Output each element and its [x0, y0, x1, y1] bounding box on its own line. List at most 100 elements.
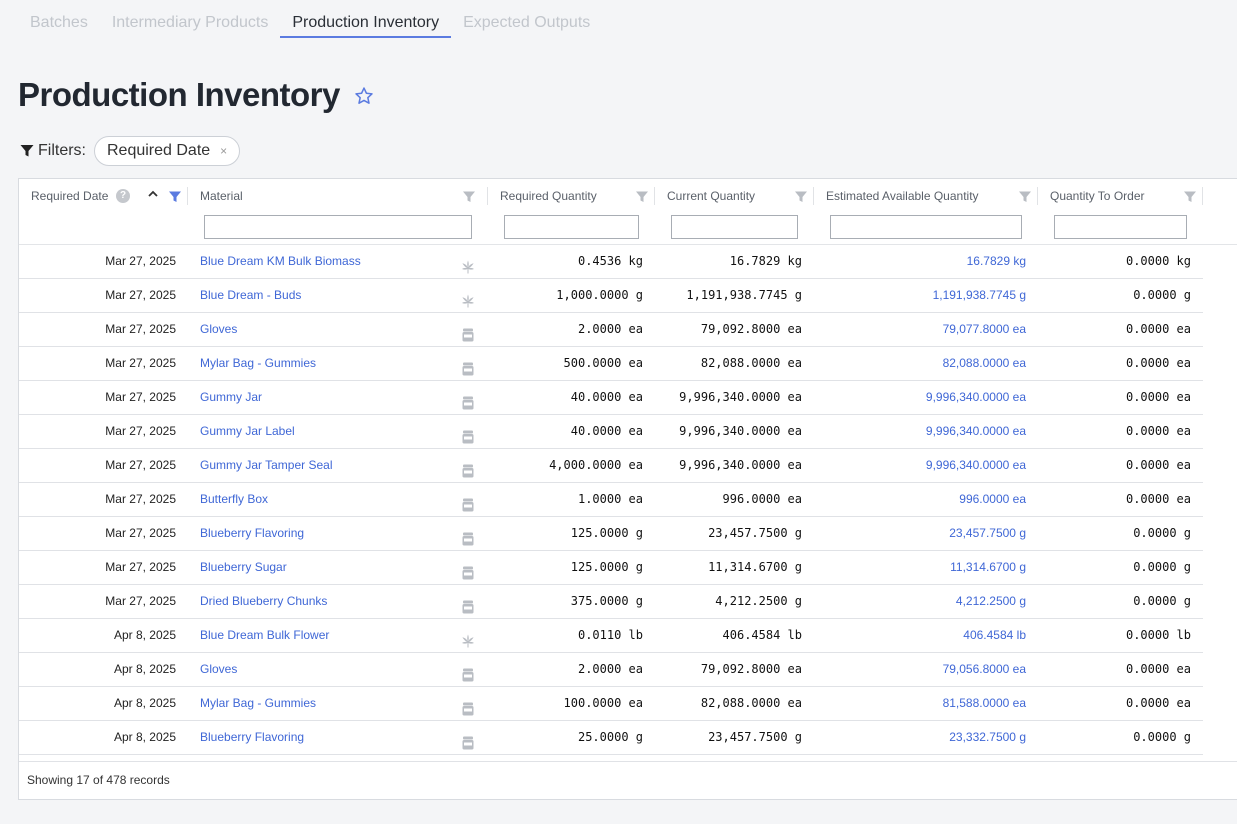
table-row[interactable]: Mar 27, 2025 Gummy Jar Label 40.0000 ea … [19, 415, 1203, 449]
estimated-available-quantity-link[interactable]: 79,056.8000 ea [815, 653, 1026, 686]
material-link[interactable]: Gummy Jar Label [200, 415, 295, 448]
column-header-estimated-available-quantity[interactable]: Estimated Available Quantity [826, 179, 979, 213]
estimated-available-quantity-link[interactable]: 82,088.0000 ea [815, 347, 1026, 380]
estimated-available-quantity-link[interactable]: 79,077.8000 ea [815, 313, 1026, 346]
tab-batches[interactable]: Batches [18, 12, 100, 38]
table-row[interactable]: Apr 8, 2025 Mylar Bag - Gummies 100.0000… [19, 687, 1203, 721]
filter-icon[interactable] [1019, 191, 1031, 203]
material-link[interactable]: Gummy Jar Tamper Seal [200, 449, 333, 482]
estimated-available-quantity-link[interactable]: 81,588.0000 ea [815, 687, 1026, 720]
estimated-available-quantity-link[interactable]: 23,457.7500 g [815, 517, 1026, 550]
filter-chip-required-date[interactable]: Required Date × [94, 136, 241, 166]
material-link[interactable]: Mylar Bag - Gummies [200, 687, 316, 720]
filter-icon[interactable] [636, 191, 648, 203]
help-icon[interactable]: ? [116, 189, 130, 203]
required-date-cell: Mar 27, 2025 [105, 424, 176, 438]
estimated-available-quantity-link[interactable]: 11,314.6700 g [815, 551, 1026, 584]
table-row[interactable]: Mar 27, 2025 Gummy Jar 40.0000 ea 9,996,… [19, 381, 1203, 415]
table-row[interactable]: Apr 8, 2025 Blueberry Flavoring 25.0000 … [19, 721, 1203, 755]
filter-icon[interactable] [463, 191, 475, 203]
required-date-cell: Apr 8, 2025 [113, 628, 176, 642]
current-quantity-cell: 11,314.6700 g [708, 560, 802, 574]
estimated-available-quantity-link[interactable]: 4,212.2500 g [815, 585, 1026, 618]
material-link[interactable]: Blueberry Flavoring [200, 721, 304, 754]
grid-header: Required Date ? Material Required Quanti… [19, 179, 1237, 245]
quantity-to-order-filter-input[interactable] [1054, 215, 1187, 239]
filter-active-icon[interactable] [169, 191, 181, 203]
material-link[interactable]: Blue Dream - Buds [200, 279, 301, 312]
material-type-icon [461, 594, 475, 614]
supply-jar-icon [462, 464, 474, 478]
material-link[interactable]: Blue Dream Bulk Flower [200, 619, 329, 652]
star-icon[interactable] [354, 86, 374, 106]
estimated-available-quantity-link[interactable]: 9,996,340.0000 ea [815, 415, 1026, 448]
supply-jar-icon [462, 566, 474, 580]
material-link[interactable]: Mylar Bag - Gummies [200, 347, 316, 380]
material-link[interactable]: Gloves [200, 653, 237, 686]
column-header-material[interactable]: Material [200, 179, 243, 213]
tab-expected-outputs[interactable]: Expected Outputs [451, 12, 602, 38]
table-row[interactable]: Apr 8, 2025 Blue Dream Bulk Flower 0.011… [19, 619, 1203, 653]
material-link[interactable]: Gummy Jar [200, 381, 262, 414]
column-separator[interactable] [187, 187, 188, 205]
supply-jar-icon [462, 396, 474, 410]
estimated-available-quantity-filter-input[interactable] [830, 215, 1022, 239]
tab-production-inventory[interactable]: Production Inventory [280, 12, 452, 38]
material-link[interactable]: Blueberry Flavoring [200, 517, 304, 550]
material-type-icon [461, 628, 475, 648]
material-type-icon [461, 730, 475, 750]
table-row[interactable]: Mar 27, 2025 Blueberry Sugar 125.0000 g … [19, 551, 1203, 585]
current-quantity-filter-input[interactable] [671, 215, 798, 239]
quantity-to-order-cell: 0.0000 ea [1125, 662, 1191, 676]
material-link[interactable]: Dried Blueberry Chunks [200, 585, 327, 618]
table-row[interactable]: Mar 27, 2025 Blue Dream KM Bulk Biomass … [19, 245, 1203, 279]
column-header-required-quantity[interactable]: Required Quantity [500, 179, 597, 213]
column-separator[interactable] [487, 187, 488, 205]
table-row[interactable]: Mar 27, 2025 Blueberry Flavoring 125.000… [19, 517, 1203, 551]
column-separator[interactable] [654, 187, 655, 205]
column-header-required-date[interactable]: Required Date [31, 179, 108, 213]
quantity-to-order-cell: 0.0000 g [1133, 594, 1191, 608]
material-link[interactable]: Blue Dream KM Bulk Biomass [200, 245, 361, 278]
estimated-available-quantity-link[interactable]: 406.4584 lb [815, 619, 1026, 652]
close-icon[interactable]: × [220, 144, 227, 158]
estimated-available-quantity-link[interactable]: 996.0000 ea [815, 483, 1026, 516]
estimated-available-quantity-link[interactable]: 1,191,938.7745 g [815, 279, 1026, 312]
material-link[interactable]: Blueberry Sugar [200, 551, 287, 584]
column-separator[interactable] [1202, 187, 1203, 205]
required-quantity-filter-input[interactable] [504, 215, 639, 239]
estimated-available-quantity-link[interactable]: 9,996,340.0000 ea [815, 381, 1026, 414]
required-quantity-cell: 40.0000 ea [570, 424, 643, 438]
tab-intermediary-products[interactable]: Intermediary Products [100, 12, 281, 38]
table-row[interactable]: Apr 8, 2025 Gloves 2.0000 ea 79,092.8000… [19, 653, 1203, 687]
table-row[interactable]: Mar 27, 2025 Mylar Bag - Gummies 500.000… [19, 347, 1203, 381]
filter-icon[interactable] [1184, 191, 1196, 203]
column-separator[interactable] [1037, 187, 1038, 205]
table-row[interactable]: Mar 27, 2025 Dried Blueberry Chunks 375.… [19, 585, 1203, 619]
current-quantity-cell: 82,088.0000 ea [700, 356, 802, 370]
table-row[interactable]: Mar 27, 2025 Blue Dream - Buds 1,000.000… [19, 279, 1203, 313]
material-type-icon [461, 696, 475, 716]
table-row[interactable]: Mar 27, 2025 Gummy Jar Tamper Seal 4,000… [19, 449, 1203, 483]
material-link[interactable]: Butterfly Box [200, 483, 268, 516]
column-header-current-quantity[interactable]: Current Quantity [667, 179, 755, 213]
filter-chip-label: Required Date [107, 142, 211, 159]
estimated-available-quantity-link[interactable]: 23,332.7500 g [815, 721, 1026, 754]
inventory-grid: Required Date ? Material Required Quanti… [18, 178, 1237, 800]
sort-ascending-icon[interactable] [148, 189, 158, 199]
table-row[interactable]: Mar 27, 2025 Gloves 2.0000 ea 79,092.800… [19, 313, 1203, 347]
required-date-cell: Mar 27, 2025 [105, 390, 176, 404]
column-header-quantity-to-order[interactable]: Quantity To Order [1050, 179, 1145, 213]
required-quantity-cell: 100.0000 ea [563, 696, 643, 710]
column-separator[interactable] [813, 187, 814, 205]
current-quantity-cell: 9,996,340.0000 ea [679, 390, 802, 404]
table-row[interactable]: Mar 27, 2025 Butterfly Box 1.0000 ea 996… [19, 483, 1203, 517]
estimated-available-quantity-link[interactable]: 9,996,340.0000 ea [815, 449, 1026, 482]
supply-jar-icon [462, 702, 474, 716]
quantity-to-order-cell: 0.0000 ea [1125, 322, 1191, 336]
material-filter-input[interactable] [204, 215, 472, 239]
filter-icon[interactable] [795, 191, 807, 203]
material-link[interactable]: Gloves [200, 313, 237, 346]
estimated-available-quantity-link[interactable]: 16.7829 kg [815, 245, 1026, 278]
filters-label: Filters: [38, 142, 86, 159]
